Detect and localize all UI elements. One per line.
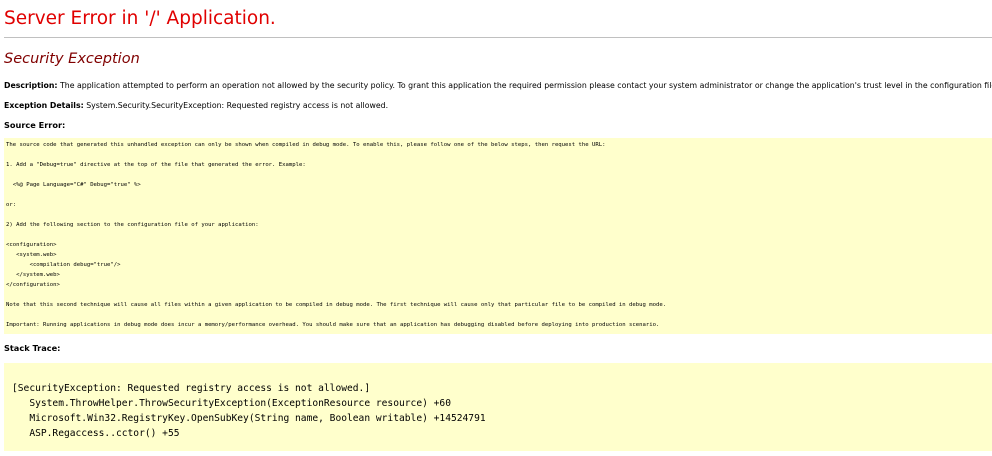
source-error-box: The source code that generated this unha… xyxy=(4,138,992,334)
source-error-line: 2) Add the following section to the conf… xyxy=(6,222,259,228)
exception-details-label: Exception Details: xyxy=(4,101,84,110)
source-error-line: Important: Running applications in debug… xyxy=(6,322,660,328)
divider xyxy=(4,37,992,38)
description-text: The application attempted to perform an … xyxy=(57,81,992,90)
stack-trace-line: System.ThrowHelper.ThrowSecurityExceptio… xyxy=(12,398,451,409)
description-line: Description: The application attempted t… xyxy=(4,81,992,90)
config-code-line: <system.web> xyxy=(6,252,57,258)
config-code-line: </system.web> xyxy=(6,272,60,278)
exception-details-text: System.Security.SecurityException: Reque… xyxy=(83,101,389,110)
source-error-line: or: xyxy=(6,202,17,208)
config-code-line: <compilation debug="true"/> xyxy=(6,262,121,268)
source-error-line: <%@ Page Language="C#" Debug="true" %> xyxy=(6,182,141,188)
stack-trace-label: Stack Trace: xyxy=(4,343,61,353)
source-error-line: 1. Add a "Debug=true" directive at the t… xyxy=(6,162,306,168)
stack-trace-line: ASP.Regaccess..cctor() +55 xyxy=(12,428,180,439)
description-label: Description: xyxy=(4,81,58,90)
stack-trace-line: [SecurityException: Requested registry a… xyxy=(12,383,371,394)
stack-trace-box: [SecurityException: Requested registry a… xyxy=(4,363,992,451)
source-error-line: Note that this second technique will cau… xyxy=(6,302,667,308)
exception-details-line: Exception Details: System.Security.Secur… xyxy=(4,101,388,110)
source-error-line: The source code that generated this unha… xyxy=(6,142,606,148)
exception-heading: Security Exception xyxy=(4,51,140,67)
source-error-label: Source Error: xyxy=(4,120,66,130)
config-code-line: <configuration> xyxy=(6,242,57,248)
config-code-line: </configuration> xyxy=(6,282,60,288)
page-title: Server Error in '/' Application. xyxy=(4,8,276,29)
stack-trace-line: Microsoft.Win32.RegistryKey.OpenSubKey(S… xyxy=(12,413,486,424)
